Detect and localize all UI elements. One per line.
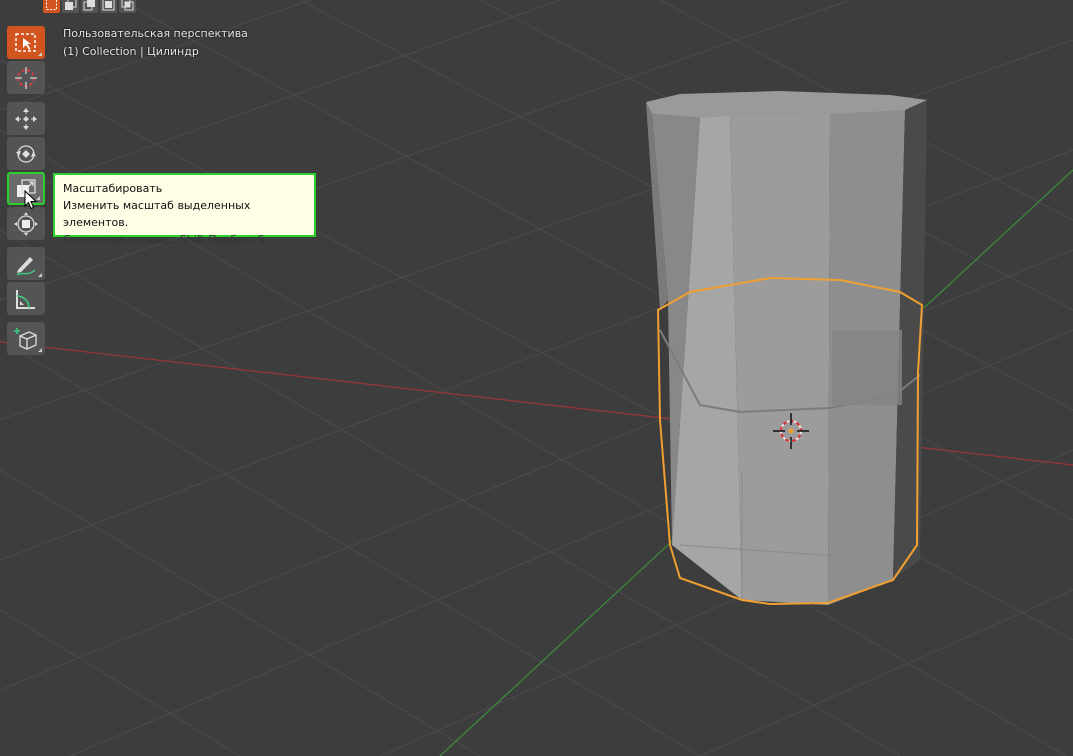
3d-viewport[interactable] <box>0 0 1073 756</box>
tool-select-box[interactable] <box>7 26 45 59</box>
object-info-label: (1) Collection | Цилиндр <box>63 45 199 58</box>
select-invert-icon[interactable] <box>100 0 117 13</box>
add-cube-icon <box>14 327 37 350</box>
submenu-corner-icon <box>38 348 42 352</box>
measure-icon <box>16 289 35 309</box>
select-mode-strip <box>43 0 136 13</box>
select-box-icon <box>15 32 36 52</box>
scale-tool-tooltip: Масштабировать Изменить масштаб выделенн… <box>53 173 316 246</box>
tooltip-description: Изменить масштаб выделенных элементов. <box>63 199 251 229</box>
view-name-label: Пользовательская перспектива <box>63 27 248 40</box>
tooltip-shortcut: Сочетание клавиш: Shift Пробел, S <box>63 233 265 246</box>
tool-rotate[interactable] <box>7 137 45 170</box>
tool-transform[interactable] <box>7 207 45 240</box>
rotate-icon <box>16 144 36 163</box>
tooltip-title: Масштабировать <box>63 182 163 195</box>
select-subtract-icon[interactable] <box>81 0 98 13</box>
tool-move[interactable] <box>7 102 45 135</box>
select-new-icon[interactable] <box>43 0 60 13</box>
3d-cursor-tool-icon <box>15 66 37 89</box>
tool-cursor[interactable] <box>7 61 45 94</box>
submenu-corner-icon <box>38 273 42 277</box>
move-icon <box>15 107 37 130</box>
tool-annotate[interactable] <box>7 247 45 280</box>
transform-icon <box>14 211 38 236</box>
annotate-icon <box>16 256 36 276</box>
cylinder-object[interactable] <box>646 91 927 606</box>
select-extend-icon[interactable] <box>62 0 79 13</box>
mouse-pointer-icon <box>24 190 38 210</box>
submenu-corner-icon <box>38 52 42 56</box>
tool-add-cube[interactable] <box>7 322 45 355</box>
tool-measure[interactable] <box>7 282 45 315</box>
select-intersect-icon[interactable] <box>119 0 136 13</box>
